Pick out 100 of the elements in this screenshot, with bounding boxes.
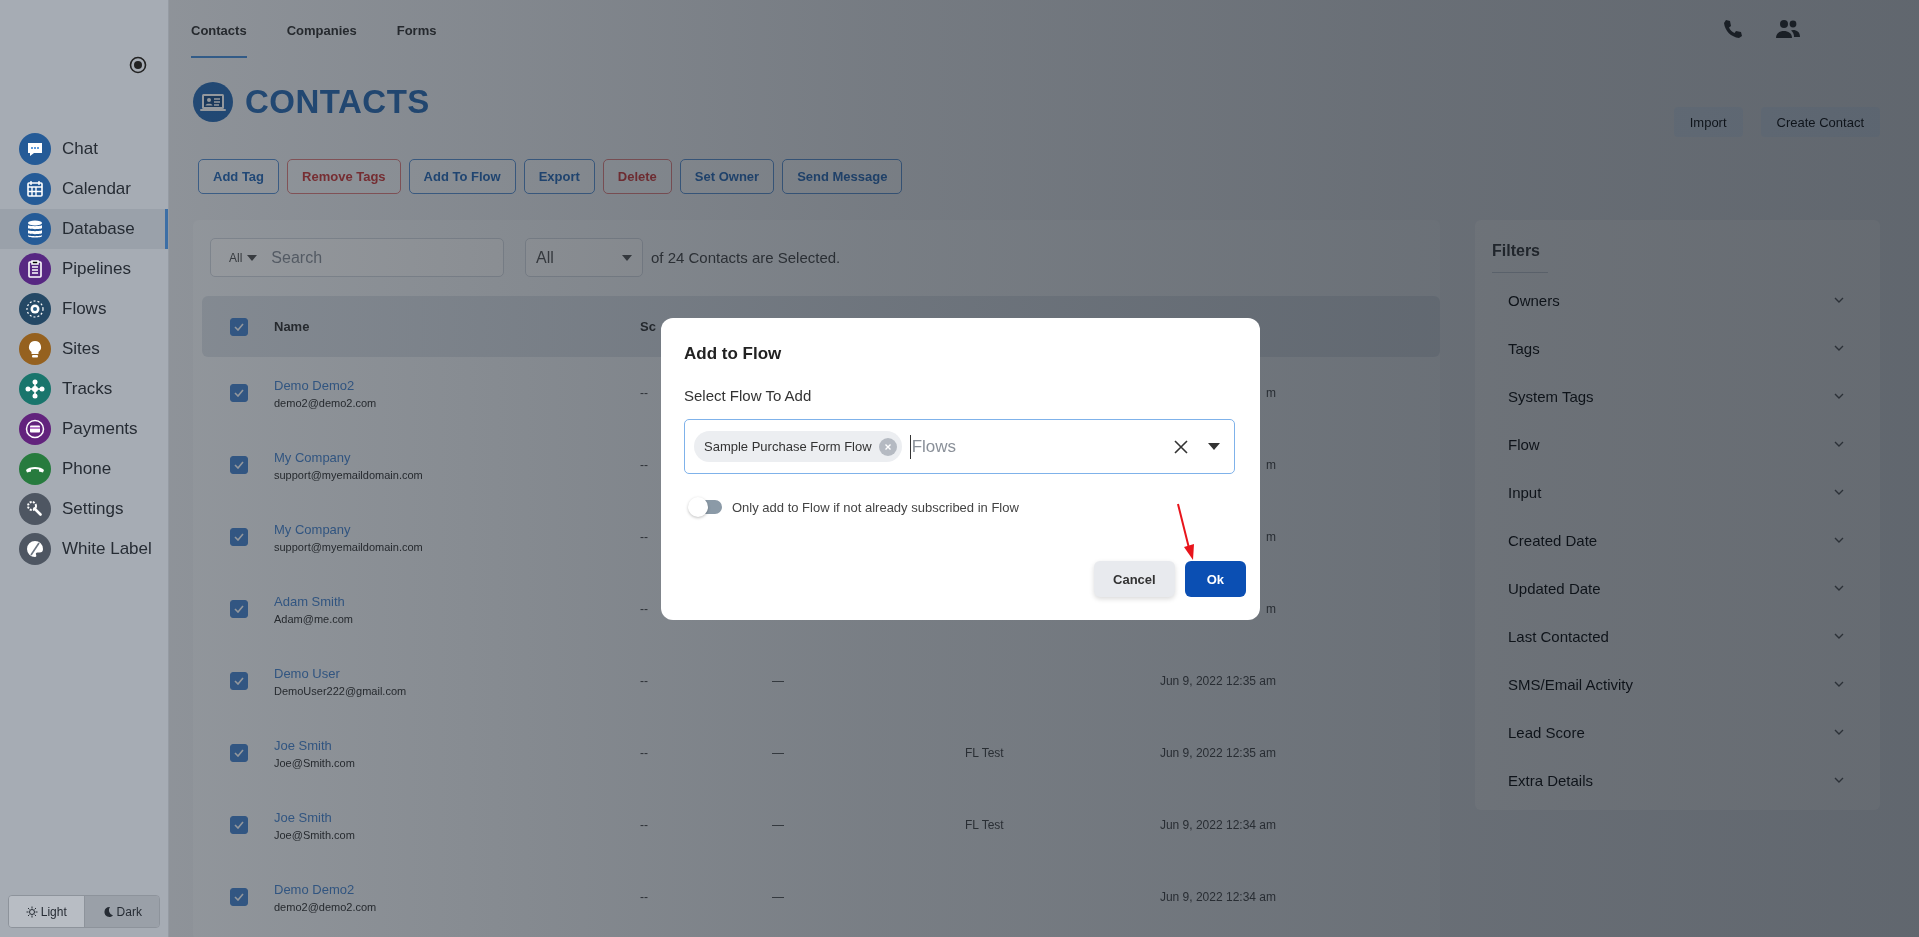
header-button[interactable]: Import bbox=[1673, 107, 1743, 137]
annotation-arrow bbox=[1176, 503, 1196, 561]
sidebar-item[interactable]: Payments bbox=[0, 409, 168, 449]
phone-icon[interactable] bbox=[1721, 17, 1745, 41]
checkmark-icon bbox=[234, 893, 244, 901]
action-button[interactable]: Export bbox=[523, 159, 595, 194]
chevron-down-icon bbox=[1834, 777, 1844, 783]
filter-item[interactable]: Created Date bbox=[1492, 516, 1844, 564]
sidebar-item[interactable]: Pipelines bbox=[0, 249, 168, 289]
filter-item[interactable]: Owners bbox=[1492, 276, 1844, 324]
contact-name-link[interactable]: My Company bbox=[274, 521, 640, 537]
contact-email: demo2@demo2.com bbox=[274, 900, 378, 913]
table-cell: Jun 9, 2022 12:35 am bbox=[1159, 746, 1276, 760]
contact-name-link[interactable]: Demo Demo2 bbox=[274, 377, 640, 393]
sidebar-item[interactable]: Database bbox=[0, 209, 168, 249]
checkbox[interactable] bbox=[230, 528, 248, 546]
radio-button-icon[interactable] bbox=[129, 56, 147, 74]
filters-title: Filters bbox=[1492, 242, 1548, 273]
contact-name-link[interactable]: Joe Smith bbox=[274, 737, 640, 753]
table-cell: FL Test bbox=[965, 746, 1004, 760]
filter-item[interactable]: System Tags bbox=[1492, 372, 1844, 420]
action-button[interactable]: Remove Tags bbox=[287, 159, 401, 194]
chevron-down-icon bbox=[1834, 489, 1844, 495]
caret-icon[interactable] bbox=[1208, 443, 1220, 450]
checkmark-icon bbox=[234, 389, 244, 397]
table-cell: -- bbox=[640, 530, 648, 544]
checkbox[interactable] bbox=[230, 384, 248, 402]
checkbox[interactable] bbox=[230, 672, 248, 690]
contact-email: Joe@Smith.com bbox=[274, 828, 356, 841]
contact-name-link[interactable]: Demo Demo2 bbox=[274, 881, 640, 897]
filter-item[interactable]: Lead Score bbox=[1492, 708, 1844, 756]
filter-item[interactable]: Last Contacted bbox=[1492, 612, 1844, 660]
sidebar-item[interactable]: Calendar bbox=[0, 169, 168, 209]
sidebar-item[interactable]: Chat bbox=[0, 129, 168, 169]
checkbox[interactable] bbox=[230, 600, 248, 618]
checkbox[interactable] bbox=[230, 744, 248, 762]
checkbox[interactable] bbox=[230, 816, 248, 834]
table-cell: — bbox=[772, 818, 784, 832]
action-button[interactable]: Add Tag bbox=[198, 159, 280, 194]
filter-item[interactable]: Input bbox=[1492, 468, 1844, 516]
table-cell: -- bbox=[640, 674, 648, 688]
checkbox[interactable] bbox=[230, 888, 248, 906]
theme-button[interactable]: Dark bbox=[83, 896, 159, 927]
flow-chip[interactable]: Sample Purchase Form Flow bbox=[694, 431, 902, 462]
contact-email: Adam@me.com bbox=[274, 612, 355, 625]
checkmark-icon bbox=[234, 461, 244, 469]
table-cell: m bbox=[1266, 602, 1276, 616]
action-button[interactable]: Add To Flow bbox=[408, 159, 516, 194]
checkmark-icon bbox=[234, 322, 244, 331]
tab[interactable]: Companies bbox=[286, 0, 357, 58]
action-button[interactable]: Delete bbox=[602, 159, 672, 194]
ok-button[interactable]: Ok bbox=[1184, 561, 1246, 597]
checkbox[interactable] bbox=[230, 456, 248, 474]
tab[interactable]: Contacts bbox=[191, 0, 247, 58]
action-button[interactable]: Set Owner bbox=[679, 159, 775, 194]
checkbox[interactable] bbox=[230, 317, 248, 336]
contact-name-link[interactable]: Demo User bbox=[274, 665, 640, 681]
table-cell: m bbox=[1266, 530, 1276, 544]
contact-name-link[interactable]: My Company bbox=[274, 449, 640, 465]
contact-name-link[interactable]: Adam Smith bbox=[274, 593, 640, 609]
sidebar-item[interactable]: Phone bbox=[0, 449, 168, 489]
search-field[interactable]: All Search bbox=[210, 238, 504, 277]
table-cell: — bbox=[772, 890, 784, 904]
table-cell: -- bbox=[640, 386, 648, 400]
sidebar-item[interactable]: Settings bbox=[0, 489, 168, 529]
filter-item[interactable]: Updated Date bbox=[1492, 564, 1844, 612]
sidebar-item[interactable]: White Label bbox=[0, 529, 168, 569]
scope-dropdown[interactable]: All bbox=[229, 250, 258, 265]
remove-icon[interactable] bbox=[878, 437, 897, 456]
contact-card-icon bbox=[193, 82, 233, 122]
selection-dropdown[interactable]: All bbox=[525, 238, 643, 277]
contact-email: support@myemaildomain.com bbox=[274, 540, 424, 553]
contact-name-link[interactable]: Joe Smith bbox=[274, 809, 640, 825]
chevron-down-icon bbox=[1834, 585, 1844, 591]
sidebar-item[interactable]: Sites bbox=[0, 329, 168, 369]
flow-select-field[interactable]: Sample Purchase Form Flow Flows bbox=[684, 419, 1235, 474]
close-icon[interactable] bbox=[1174, 439, 1188, 454]
moon-icon bbox=[101, 905, 114, 918]
filter-item[interactable]: SMS/Email Activity bbox=[1492, 660, 1844, 708]
checkmark-icon bbox=[234, 749, 244, 757]
sun-icon bbox=[25, 905, 38, 918]
cancel-button[interactable]: Cancel bbox=[1094, 561, 1175, 597]
tab[interactable]: Forms bbox=[396, 0, 437, 58]
chevron-down-icon bbox=[1834, 441, 1844, 447]
filter-item[interactable]: Extra Details bbox=[1492, 756, 1844, 804]
filter-item[interactable]: Flow bbox=[1492, 420, 1844, 468]
header-button[interactable]: Create Contact bbox=[1760, 107, 1880, 137]
table-cell: -- bbox=[640, 602, 648, 616]
column-header: Name bbox=[274, 319, 310, 334]
theme-button[interactable]: Light bbox=[9, 896, 84, 927]
chevron-down-icon bbox=[1834, 297, 1844, 303]
action-button[interactable]: Send Message bbox=[782, 159, 903, 194]
people-icon[interactable] bbox=[1775, 18, 1801, 40]
selection-count: of 24 Contacts are Selected. bbox=[651, 249, 841, 266]
chevron-down-icon bbox=[1834, 633, 1844, 639]
filter-item[interactable]: Tags bbox=[1492, 324, 1844, 372]
sidebar-item[interactable]: Flows bbox=[0, 289, 168, 329]
sidebar-item[interactable]: Tracks bbox=[0, 369, 168, 409]
chevron-down-icon bbox=[1834, 681, 1844, 687]
contact-email: Joe@Smith.com bbox=[274, 756, 356, 769]
